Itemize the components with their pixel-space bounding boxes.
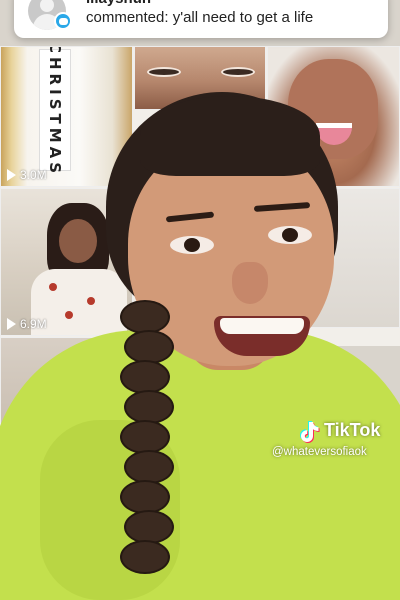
sweater-spot (49, 283, 57, 291)
grid-tile-kid-face[interactable] (267, 46, 400, 187)
comment-notification[interactable]: lilayshun commented: y'all need to get a… (14, 0, 388, 38)
view-count-label: 6.9M (20, 317, 47, 331)
bubble-shape (58, 17, 68, 25)
grid-tile-eyes[interactable] (134, 46, 266, 110)
play-icon (7, 318, 16, 330)
comment-bubble-icon (54, 12, 72, 30)
tiktok-watermark: TikTok @whateversofiaok (272, 418, 396, 462)
grid-tile-kid-sweater[interactable]: 6.9M (0, 188, 133, 336)
notification-comment: commented: y'all need to get a life (86, 9, 314, 26)
avatar-head (40, 0, 54, 12)
christmas-letter-board: CHRISTMAS (39, 47, 71, 178)
view-count-label: 3.0M (20, 168, 47, 182)
notification-username[interactable]: lilayshun (86, 0, 151, 7)
braid-segment (120, 480, 170, 514)
eye-right (221, 67, 255, 77)
tiktok-brand: TikTok (324, 420, 381, 440)
video-frame: CHRISTMAS 3.0M 6.9M commented: y'all nee… (0, 0, 400, 600)
sweater-spot (65, 311, 73, 319)
kid-face (59, 219, 97, 263)
eyes-thumbnail (147, 67, 255, 81)
grid-tile-room[interactable] (267, 188, 400, 328)
braid-segment (124, 510, 174, 544)
sweater-spot (87, 297, 95, 305)
view-count: 3.0M (7, 168, 47, 182)
grid-tile-christmas[interactable]: CHRISTMAS 3.0M (0, 46, 133, 187)
creator-handle: @whateversofiaok (272, 446, 367, 458)
play-icon (7, 169, 16, 181)
braid-segment (120, 540, 170, 574)
view-count: 6.9M (7, 317, 47, 331)
grid-tile-bottom[interactable] (0, 337, 133, 457)
christmas-board-text: CHRISTMAS (46, 46, 64, 178)
eye-left (147, 67, 181, 77)
tiktok-logo-icon (300, 421, 320, 443)
